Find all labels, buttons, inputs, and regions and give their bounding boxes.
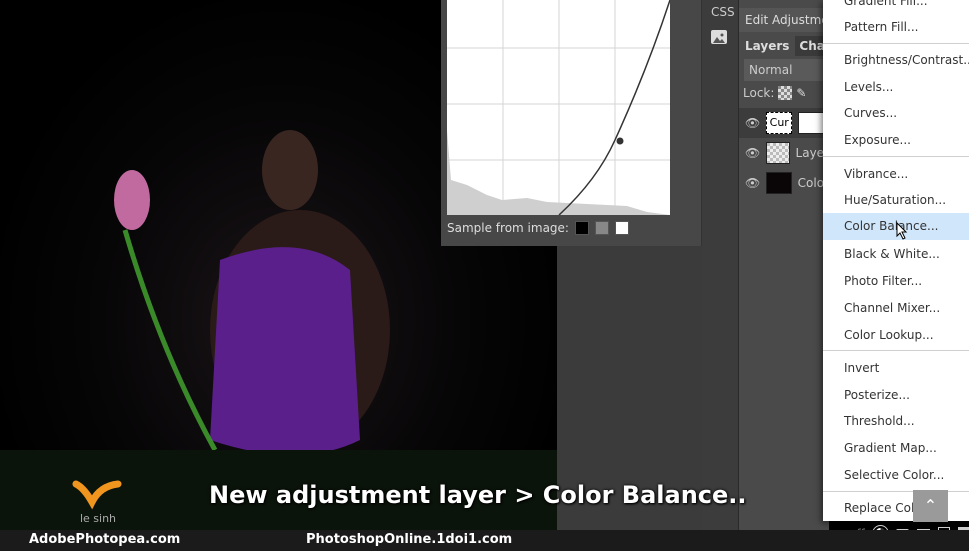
menu-item-vibrance[interactable]: Vibrance...: [823, 161, 969, 187]
right-url: PhotoshopOnline.1doi1.com: [306, 532, 513, 547]
menu-item-curves[interactable]: Curves...: [823, 100, 969, 126]
menu-item-channel-mixer[interactable]: Channel Mixer...: [823, 295, 969, 321]
layer-row-curves[interactable]: 👁 Cur: [739, 108, 829, 138]
menu-item-photo-filter[interactable]: Photo Filter...: [823, 268, 969, 294]
curve-point[interactable]: [616, 137, 624, 145]
mouse-cursor-icon: [896, 222, 908, 240]
eye-icon[interactable]: 👁: [745, 176, 760, 190]
subtitle: New adjustment layer > Color Balance..: [209, 481, 747, 509]
image-icon[interactable]: [711, 30, 727, 44]
menu-item-black-white[interactable]: Black & White...: [823, 241, 969, 267]
menu-item-threshold[interactable]: Threshold...: [823, 408, 969, 434]
menu-item-gradient-map[interactable]: Gradient Map...: [823, 435, 969, 461]
menu-item-gradient-fill[interactable]: Gradient Fill...: [823, 0, 969, 14]
css-button[interactable]: CSS: [711, 5, 735, 19]
menu-item-posterize[interactable]: Posterize...: [823, 382, 969, 408]
menu-item-selective-color[interactable]: Selective Color...: [823, 462, 969, 488]
lock-paint-icon[interactable]: ✎: [796, 86, 806, 100]
menu-item-hue-saturation[interactable]: Hue/Saturation...: [823, 187, 969, 213]
menu-item-pattern-fill[interactable]: Pattern Fill...: [823, 14, 969, 40]
edit-adjustment-button[interactable]: Edit Adjustment: [739, 8, 829, 32]
menu-item-invert[interactable]: Invert: [823, 355, 969, 381]
tab-layers[interactable]: Layers: [739, 36, 796, 56]
sample-from-image: Sample from image:: [447, 221, 629, 235]
sample-label: Sample from image:: [447, 221, 569, 235]
side-strip: CSS: [702, 0, 739, 530]
layer-thumb: [766, 142, 790, 164]
layer-thumb: [766, 172, 792, 194]
le-sinh-logo: le sinh: [70, 478, 126, 528]
menu-item-exposure[interactable]: Exposure...: [823, 127, 969, 153]
layer-mask-thumb: [798, 112, 825, 134]
layers-panel: Edit Adjustment LayersChannels Normal Lo…: [739, 0, 829, 530]
scroll-to-top-button[interactable]: ⌃: [913, 490, 948, 522]
curves-graph[interactable]: [447, 0, 670, 215]
menu-item-brightness-contrast[interactable]: Brightness/Contrast...: [823, 47, 969, 73]
curves-panel: Sample from image:: [441, 0, 702, 246]
layer-row-color[interactable]: 👁 Color: [739, 168, 829, 198]
white-point-swatch[interactable]: [614, 221, 629, 235]
lock-label: Lock:: [743, 86, 775, 100]
gray-point-swatch[interactable]: [594, 221, 609, 235]
left-url: AdobePhotopea.com: [29, 532, 181, 547]
menu-item-levels[interactable]: Levels...: [823, 74, 969, 100]
layer-row-layer[interactable]: 👁 Layer: [739, 138, 829, 168]
layer-thumb: Cur: [766, 112, 793, 134]
adjustment-menu: Gradient Fill... Pattern Fill... Brightn…: [823, 0, 969, 521]
eye-icon[interactable]: 👁: [745, 116, 760, 130]
menu-item-color-lookup[interactable]: Color Lookup...: [823, 322, 969, 348]
blend-mode-select[interactable]: Normal: [744, 59, 829, 81]
black-point-swatch[interactable]: [574, 221, 589, 235]
lock-transparency-icon[interactable]: [778, 86, 793, 100]
eye-icon[interactable]: 👁: [745, 146, 760, 160]
